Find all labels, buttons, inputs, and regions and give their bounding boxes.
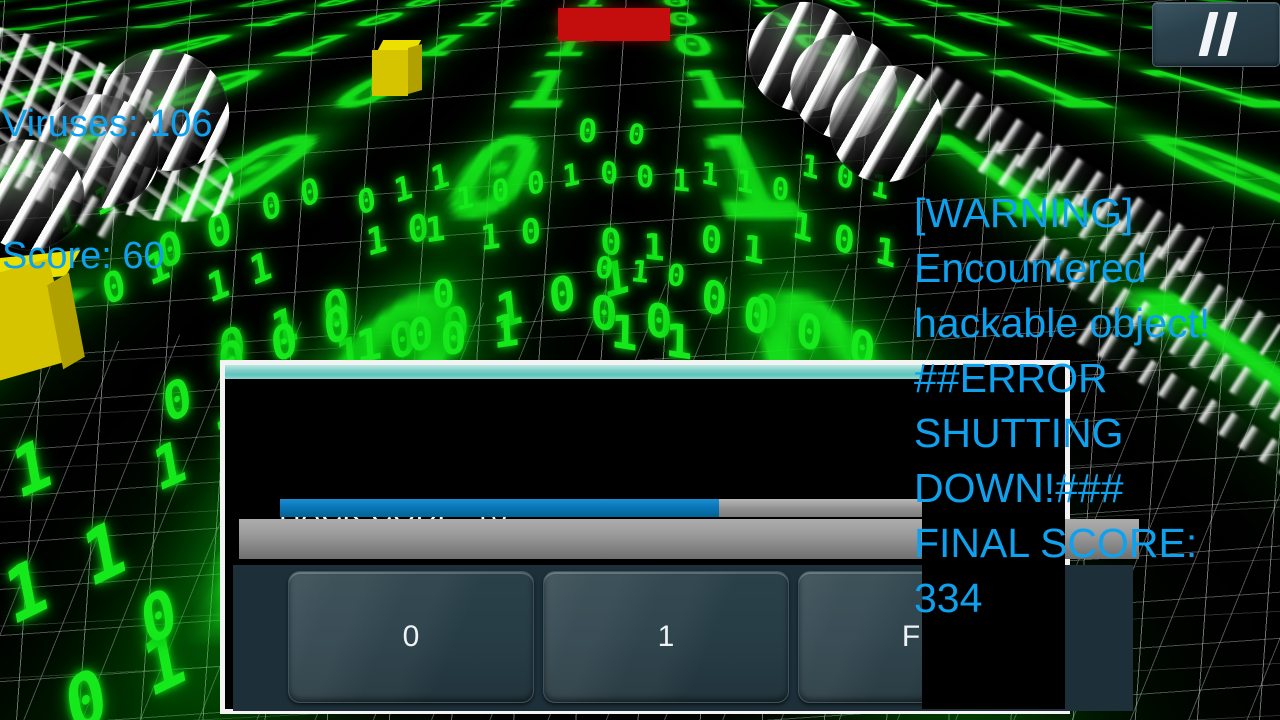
hud-stats: Viruses: 106 Score: 60	[2, 14, 213, 366]
collectible-cube-small	[372, 40, 424, 98]
button-zero[interactable]: 0	[288, 571, 534, 703]
digit-green: 1 0	[479, 210, 543, 260]
button-zero-label: 0	[402, 620, 420, 653]
digit-collected: 1	[424, 208, 447, 252]
score-counter: Score: 60	[2, 235, 165, 277]
button-one[interactable]: 1	[543, 571, 789, 703]
virus-counter: Viruses: 106	[2, 103, 213, 145]
hack-progress-fill	[280, 499, 719, 517]
pause-button[interactable]	[1152, 2, 1280, 67]
warning-message: [WARNING] Encountered hackable object! #…	[914, 190, 1211, 621]
pause-icon	[1198, 12, 1219, 56]
digit-virus: 0	[576, 111, 599, 151]
button-one-label: 1	[657, 620, 675, 653]
game-screen: 1 0 1 0 1 1 0 0 1 1 0 0 1 0 1 1 0 0 1 0 …	[0, 0, 1280, 720]
obstacle-block-red	[558, 8, 670, 41]
hack-progress-bar	[280, 499, 935, 517]
pause-icon	[1217, 12, 1238, 56]
digit-collected: 0	[430, 270, 456, 318]
